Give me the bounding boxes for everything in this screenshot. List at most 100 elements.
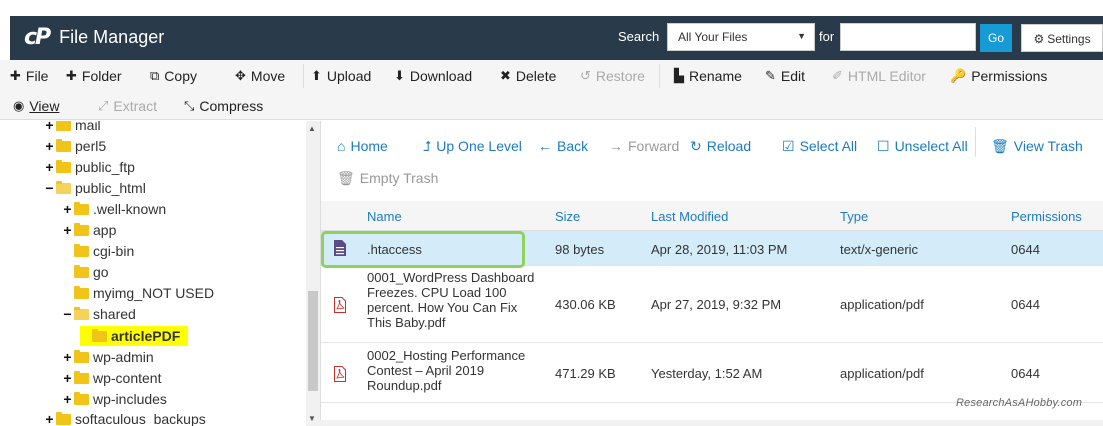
search-scope-select[interactable]: All Your Files ▼ [667,23,815,51]
horizontal-scrollbar[interactable] [320,420,1103,426]
folder-icon [56,121,71,131]
table-row[interactable]: 0001_WordPress Dashboard Freezes. CPU Lo… [321,266,1103,343]
column-header-modified[interactable]: Last Modified [651,209,728,224]
caret-down-icon: ▼ [797,31,806,41]
expand-toggle[interactable]: + [62,349,73,365]
collapse-toggle[interactable]: − [44,180,55,196]
file-name: 0002_Hosting Performance Contest – April… [367,348,525,393]
refresh-icon: ↻ [690,137,702,154]
unselect-all-button[interactable]: ☐ Unselect All [877,135,968,157]
back-button[interactable]: ← Back [538,135,588,157]
toolbar-label: Folder [81,68,122,84]
edit-button[interactable]: ✎ Edit [765,62,805,90]
up-one-level-button[interactable]: ⮥ Up One Level [423,135,522,157]
empty-trash-button[interactable]: 🗑 Empty Trash [337,167,438,189]
nav-label: Empty Trash [359,170,439,186]
tree-node-well-known[interactable]: + .well-known [62,199,166,219]
home-button[interactable]: ⌂ Home [337,135,388,157]
expand-toggle[interactable]: + [44,411,55,426]
column-header-permissions[interactable]: Permissions [1011,209,1082,224]
tree-node-wp-content[interactable]: + wp-content [62,368,161,388]
toolbar-divider [659,64,660,88]
collapse-toggle[interactable]: − [62,306,73,322]
tree-node-label: wp-admin [93,349,154,365]
file-type: application/pdf [840,297,924,312]
tree-node-public-ftp[interactable]: + public_ftp [44,157,135,177]
arrow-left-icon: ← [538,138,552,154]
reload-button[interactable]: ↻ Reload [690,135,751,157]
file-name-line: This Baby.pdf [367,315,446,330]
expand-toggle[interactable]: + [62,370,73,386]
view-button[interactable]: ◉ View [13,92,59,120]
tree-node-label: wp-includes [93,391,167,407]
toolbar-label: Copy [164,68,197,84]
file-list-panel: ⌂ Home ⮥ Up One Level ← Back → Forward ↻ Relo… [320,121,1103,426]
scroll-down-icon[interactable]: ▼ [308,414,316,423]
download-button[interactable]: ⬇ Download [394,62,472,90]
toolbar-label: Permissions [971,68,1048,84]
tree-node-articlepdf[interactable]: articlePDF [80,326,189,346]
permissions-button[interactable]: 🔑 Permissions [950,62,1047,90]
expand-toggle[interactable]: + [44,138,55,154]
header: cP File Manager Search All Your Files ▼ … [0,0,1103,60]
file-type: text/x-generic [840,242,919,257]
go-button[interactable]: Go [980,24,1012,52]
tree-node-cgi-bin[interactable]: cgi-bin [62,241,134,261]
tree-node-softaculous-backups[interactable]: + softaculous_backups [44,409,206,426]
tree-node-app[interactable]: + app [62,220,116,240]
tree-node-perl5[interactable]: + perl5 [44,136,106,156]
move-button[interactable]: ✥ Move [235,62,285,90]
expand-toggle[interactable]: + [62,201,73,217]
extract-button[interactable]: ⤢ Extract [98,92,157,120]
tree-node-wp-includes[interactable]: + wp-includes [62,389,167,409]
level-up-icon: ⮥ [423,137,432,154]
undo-icon: ↺ [580,68,591,83]
nav-label: View Trash [1013,138,1083,154]
file-icon: ▙ [674,68,684,83]
checkbox-checked-icon: ☑ [782,137,795,154]
rename-button[interactable]: ▙ Rename [674,62,742,90]
file-size: 430.06 KB [555,297,616,312]
toolbar-label: Compress [199,98,264,114]
column-header-name[interactable]: Name [367,209,402,224]
expand-toggle[interactable]: + [62,222,73,238]
brand[interactable]: cP File Manager [24,25,164,50]
restore-button[interactable]: ↺ Restore [580,62,645,90]
upload-button[interactable]: ⬆ Upload [311,62,371,90]
new-folder-button[interactable]: ✚ Folder [66,62,122,90]
column-header-type[interactable]: Type [840,209,868,224]
tree-node-wp-admin[interactable]: + wp-admin [62,347,154,367]
tree-scrollbar[interactable]: ▲ ▼ [306,121,320,426]
new-file-button[interactable]: ✚ File [10,62,48,90]
search-input[interactable] [840,23,976,51]
scroll-up-icon[interactable]: ▲ [308,124,316,133]
html-editor-button[interactable]: ✐ HTML Editor [832,62,926,90]
table-row[interactable]: 0002_Hosting Performance Contest – April… [321,343,1103,403]
expand-toggle[interactable]: + [44,121,55,133]
compress-button[interactable]: ⤡ Compress [184,92,263,120]
expand-toggle[interactable]: + [62,391,73,407]
tree-node-shared[interactable]: − shared [62,304,135,324]
tree-node-label: wp-content [93,370,162,386]
view-trash-button[interactable]: 🗑 View Trash [991,135,1083,157]
file-name-line: Freezes. CPU Load 100 [367,285,507,300]
scrollbar-thumb[interactable] [308,291,318,391]
tree-node-label: softaculous_backups [75,411,206,426]
plus-icon: ✚ [10,68,21,83]
file-name: 0001_WordPress Dashboard Freezes. CPU Lo… [367,270,534,330]
tree-node-mail[interactable]: + mail [44,121,101,135]
file-size: 98 bytes [555,242,605,257]
toolbar-label: Delete [515,68,557,84]
expand-toggle[interactable]: + [44,159,55,175]
tree-node-myimg[interactable]: myimg_NOT USED [62,283,214,303]
column-header-size[interactable]: Size [555,209,580,224]
delete-button[interactable]: ✖ Delete [500,62,556,90]
navigation-bar: ⌂ Home ⮥ Up One Level ← Back → Forward ↻ Relo… [321,121,1103,201]
tree-node-public-html[interactable]: − public_html [44,178,145,198]
select-all-button[interactable]: ☑ Select All [782,135,857,157]
tree-node-go[interactable]: go [62,262,109,282]
copy-button[interactable]: ⧉ Copy [150,62,197,90]
tree-node-label: cgi-bin [93,243,135,259]
forward-button[interactable]: → Forward [609,135,679,157]
settings-button[interactable]: ⚙ Settings [1021,24,1103,52]
